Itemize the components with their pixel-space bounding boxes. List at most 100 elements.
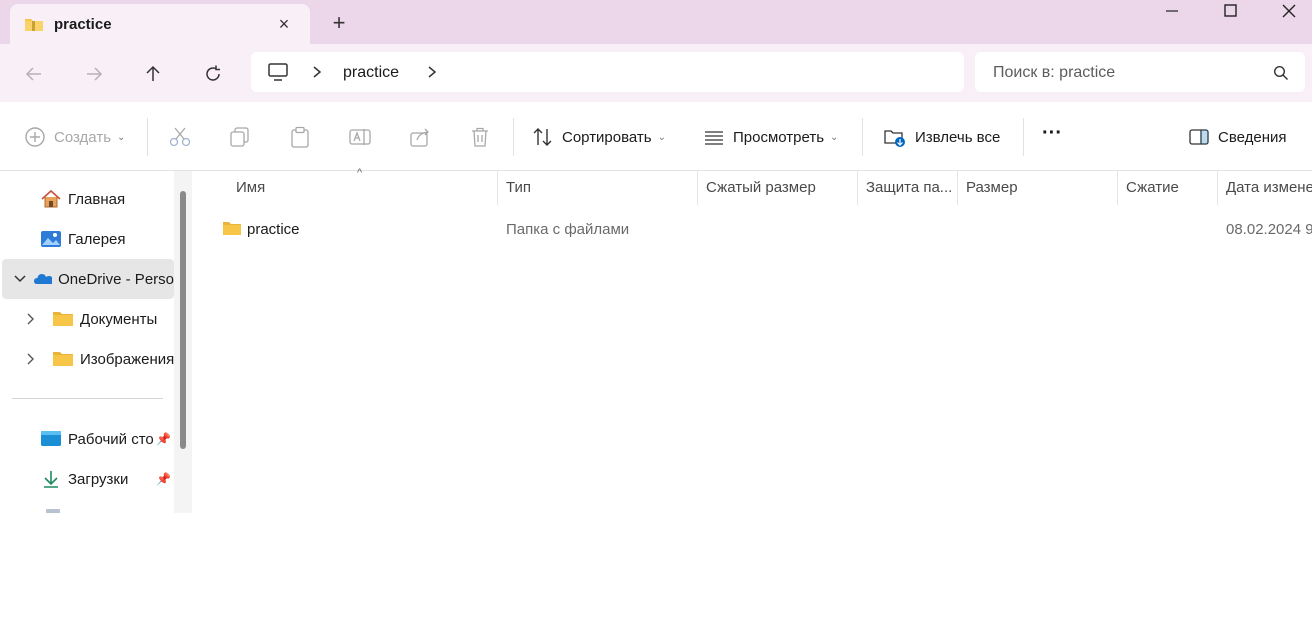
new-tab-button[interactable]: + [326, 10, 352, 36]
address-bar[interactable]: practice [251, 52, 964, 92]
column-header-date[interactable]: Дата измене [1226, 179, 1312, 196]
sidebar-item-documents[interactable]: Документы [0, 299, 176, 339]
search-icon[interactable] [1273, 65, 1289, 81]
sidebar-item-label: Главная [68, 190, 126, 208]
sidebar-item-label: Галерея [68, 230, 126, 248]
column-divider[interactable] [1117, 171, 1118, 205]
column-header-compressed-size[interactable]: Сжатый размер [706, 179, 856, 196]
chevron-right-icon[interactable] [24, 309, 52, 329]
table-row[interactable]: practice Папка с файлами 08.02.2024 9: [215, 215, 1312, 243]
divider [513, 118, 514, 156]
file-date: 08.02.2024 9: [1226, 221, 1312, 238]
column-header-type[interactable]: Тип [506, 179, 696, 196]
extract-all-label: Извлечь все [915, 128, 1001, 146]
back-button[interactable] [20, 60, 48, 88]
divider [1023, 118, 1024, 156]
more-options-button[interactable]: ··· [1042, 122, 1062, 144]
sidebar-item-home[interactable]: Главная [0, 179, 176, 219]
folder-icon [53, 352, 73, 366]
chevron-down-icon: ⌄ [830, 131, 839, 143]
sidebar-item-gallery[interactable]: Галерея [0, 219, 176, 259]
column-divider[interactable] [497, 171, 498, 205]
command-bar: Создать ⌄ Сортировать ⌄ Просмотреть ⌄ Из… [0, 102, 1312, 171]
sidebar-item-pictures[interactable]: Изображения [0, 339, 176, 379]
sidebar-scrollbar[interactable] [180, 191, 186, 449]
minimize-icon [1166, 10, 1178, 12]
chevron-down-icon: ⌄ [117, 131, 126, 143]
close-window-button[interactable] [1264, 0, 1312, 24]
onedrive-icon [34, 274, 53, 284]
file-list: ^ Имя Тип Сжатый размер Защита па... Раз… [195, 167, 1312, 513]
view-button[interactable]: Просмотреть ⌄ [703, 126, 838, 148]
column-divider[interactable] [857, 171, 858, 205]
paste-button[interactable] [289, 126, 311, 148]
cut-button[interactable] [168, 126, 192, 148]
forward-button[interactable] [80, 60, 108, 88]
chevron-down-icon: ⌄ [657, 131, 667, 143]
rename-icon [349, 129, 371, 145]
navigation-pane: Главная Галерея OneDrive - Perso Докумен… [0, 171, 192, 513]
column-divider[interactable] [957, 171, 958, 205]
maximize-icon [1224, 4, 1237, 17]
up-button[interactable] [139, 60, 167, 88]
extract-all-button[interactable]: Извлечь все [883, 126, 1000, 148]
sort-button[interactable]: Сортировать ⌄ [532, 126, 666, 148]
gallery-icon [41, 231, 61, 247]
chevron-right-icon[interactable] [311, 65, 323, 79]
document-icon [46, 509, 60, 513]
column-header-ratio[interactable]: Сжатие [1126, 179, 1216, 196]
breadcrumb[interactable]: practice [343, 64, 399, 82]
file-type: Папка с файлами [506, 221, 630, 238]
trash-icon [472, 127, 488, 147]
folder-icon [53, 312, 73, 326]
sidebar-item-onedrive[interactable]: OneDrive - Perso [2, 259, 174, 299]
view-label: Просмотреть [733, 128, 825, 146]
close-tab-icon[interactable]: × [272, 12, 296, 36]
extract-folder-icon [884, 130, 905, 147]
maximize-button[interactable] [1206, 0, 1254, 24]
folder-icon [223, 222, 241, 235]
pin-icon[interactable]: 📌 [156, 472, 171, 486]
minimize-button[interactable] [1148, 0, 1196, 24]
scissors-icon [169, 127, 191, 147]
tab-title: practice [54, 16, 112, 33]
details-button[interactable]: Сведения [1188, 126, 1287, 148]
sidebar-item-downloads[interactable]: Загрузки 📌 [0, 459, 176, 499]
divider [147, 118, 148, 156]
create-button[interactable]: Создать ⌄ [24, 126, 125, 148]
tab-practice[interactable]: practice × [10, 4, 310, 44]
sidebar-item-label: Документы [80, 310, 158, 328]
column-divider[interactable] [1217, 171, 1218, 205]
copy-button[interactable] [229, 126, 251, 148]
close-icon [1282, 4, 1296, 18]
home-icon [41, 189, 61, 208]
chevron-right-icon[interactable] [24, 349, 52, 369]
search-box[interactable]: Поиск в: practice [975, 52, 1305, 92]
arrow-left-icon [25, 67, 41, 81]
computer-icon [268, 63, 288, 81]
navigation-bar: practice Поиск в: practice [0, 44, 1312, 102]
refresh-button[interactable] [199, 60, 227, 88]
pin-icon[interactable]: 📌 [156, 432, 171, 446]
create-label: Создать [54, 128, 112, 146]
share-icon [410, 128, 429, 147]
column-header-size[interactable]: Размер [966, 179, 1116, 196]
divider [862, 118, 863, 156]
chevron-down-icon[interactable] [2, 269, 33, 289]
column-header-name[interactable]: Имя [236, 179, 486, 196]
delete-button[interactable] [469, 126, 491, 148]
search-input[interactable]: Поиск в: practice [993, 64, 1115, 82]
share-button[interactable] [409, 126, 431, 148]
title-bar: practice × + [0, 0, 1312, 44]
sidebar-item-desktop[interactable]: Рабочий сто 📌 [0, 419, 176, 459]
arrow-right-icon [87, 67, 103, 81]
refresh-icon [206, 65, 220, 81]
file-name: practice [247, 221, 300, 238]
column-divider[interactable] [697, 171, 698, 205]
sidebar-item-label: OneDrive - Perso [58, 270, 174, 288]
rename-button[interactable] [349, 126, 371, 148]
chevron-right-icon[interactable] [426, 65, 438, 79]
column-header-password[interactable]: Защита па... [866, 179, 956, 196]
paste-icon [291, 126, 309, 148]
zip-folder-icon [25, 19, 43, 31]
